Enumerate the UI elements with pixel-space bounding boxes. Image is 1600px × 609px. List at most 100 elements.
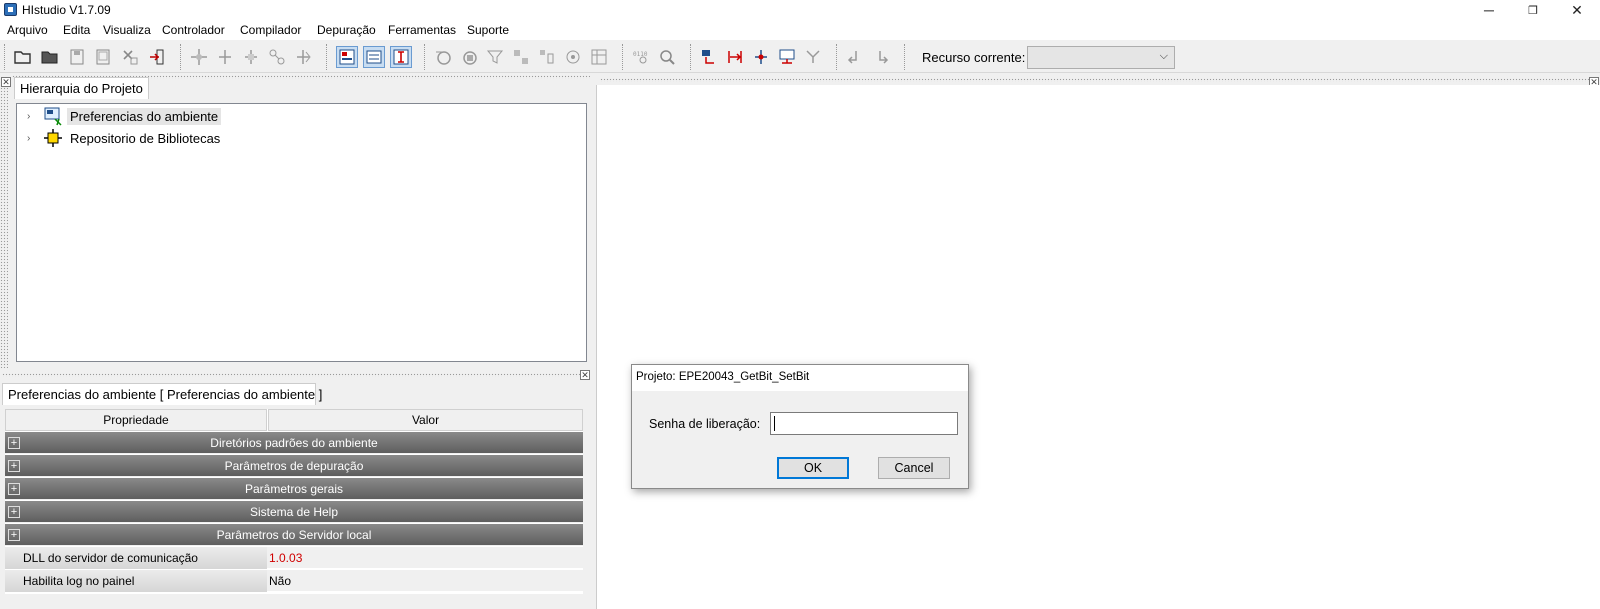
category-depuracao[interactable]: + Parâmetros de depuração [5, 455, 583, 477]
search-icon[interactable] [656, 46, 678, 68]
panel-splitter[interactable] [0, 78, 8, 368]
cancel-button[interactable]: Cancel [878, 457, 950, 479]
compile-icon[interactable] [698, 46, 720, 68]
view-properties-icon[interactable] [363, 46, 385, 68]
close-icon[interactable]: ✕ [1554, 0, 1600, 20]
menu-visualiza[interactable]: Visualiza [103, 23, 151, 37]
category-label: Parâmetros do Servidor local [216, 528, 372, 542]
close-project-icon[interactable] [119, 46, 141, 68]
category-label: Diretórios padrões do ambiente [210, 436, 378, 450]
ok-button[interactable]: OK [777, 457, 849, 479]
toolbar-separator [622, 44, 625, 70]
category-label: Parâmetros de depuração [224, 459, 364, 473]
close-panel-icon[interactable]: ✕ [1, 77, 11, 87]
save-icon[interactable] [66, 46, 88, 68]
toolbar: 0110 [0, 40, 1600, 73]
move-down-icon[interactable] [240, 46, 262, 68]
connect-icon[interactable] [750, 46, 772, 68]
tab-propriedades[interactable]: Preferencias do ambiente [ Preferencias … [2, 383, 322, 405]
password-label: Senha de liberação: [649, 417, 761, 431]
property-row-log[interactable]: Habilita log no painel Não [5, 570, 583, 592]
property-name: DLL do servidor de comunicação [5, 547, 267, 569]
network-icon[interactable] [266, 46, 288, 68]
menu-suporte[interactable]: Suporte [467, 23, 509, 37]
dialog-title: Projeto: EPE20043_GetBit_SetBit [632, 365, 968, 391]
svg-text:0110: 0110 [633, 51, 648, 58]
close-properties-icon[interactable]: ✕ [580, 370, 590, 380]
menu-arquivo[interactable]: Arquivo [7, 23, 48, 37]
arrow-right-icon[interactable] [870, 46, 892, 68]
expand-plus-icon[interactable]: + [8, 506, 20, 518]
move-right-icon[interactable] [292, 46, 314, 68]
download-icon[interactable] [724, 46, 746, 68]
property-row-dll[interactable]: DLL do servidor de comunicação 1.0.03 [5, 547, 583, 569]
tree-item-preferencias[interactable]: › Preferencias do ambiente [17, 106, 586, 126]
window-title: HIstudio V1.7.09 [22, 3, 111, 17]
tree-label: Preferencias do ambiente [67, 107, 222, 125]
expand-plus-icon[interactable]: + [8, 529, 20, 541]
view-editor-icon[interactable] [390, 46, 412, 68]
menu-ferramentas[interactable]: Ferramentas [388, 23, 456, 37]
toolbar-separator [326, 44, 329, 70]
open-project-icon[interactable] [39, 46, 61, 68]
toolbar-separator [180, 44, 183, 70]
menu-bar: Arquivo Edita Visualiza Controlador Comp… [0, 20, 1600, 40]
column-propriedade[interactable]: Propriedade [5, 409, 267, 431]
tab-hierarquia[interactable]: Hierarquia do Projeto [14, 77, 149, 99]
disconnect-icon[interactable] [802, 46, 824, 68]
toolbar-grip[interactable] [4, 44, 7, 70]
category-gerais[interactable]: + Parâmetros gerais [5, 478, 583, 500]
tree-label: Repositorio de Bibliotecas [70, 130, 221, 146]
stop-icon[interactable] [458, 46, 480, 68]
password-dialog: Projeto: EPE20043_GetBit_SetBit Senha de… [631, 364, 969, 489]
chevron-down-icon: ⌵ [1159, 50, 1168, 62]
menu-controlador[interactable]: Controlador [162, 23, 225, 37]
binary-search-icon[interactable]: 0110 [630, 46, 652, 68]
blocks-icon[interactable] [536, 46, 558, 68]
category-servidor-local[interactable]: + Parâmetros do Servidor local [5, 524, 583, 546]
property-value[interactable]: 1.0.03 [269, 547, 302, 569]
property-grid: Propriedade Valor + Diretórios padrões d… [5, 409, 583, 594]
app-icon [4, 3, 17, 16]
toolbar-separator [424, 44, 427, 70]
menu-compilador[interactable]: Compilador [240, 23, 301, 37]
expand-plus-icon[interactable]: + [8, 437, 20, 449]
toolbar-separator [836, 44, 839, 70]
expand-chevron-icon[interactable]: › [27, 133, 30, 144]
expand-plus-icon[interactable]: + [8, 460, 20, 472]
arrow-left-icon[interactable] [844, 46, 866, 68]
save-all-icon[interactable] [92, 46, 114, 68]
category-label: Parâmetros gerais [244, 482, 344, 496]
move-up-icon[interactable] [214, 46, 236, 68]
open-folder-icon[interactable] [12, 46, 34, 68]
run-icon[interactable] [432, 46, 454, 68]
menu-depuracao[interactable]: Depuração [317, 23, 376, 37]
editor-grip[interactable] [600, 78, 1590, 82]
toolbar-separator [904, 44, 907, 70]
grid-icon[interactable] [510, 46, 532, 68]
toolbar-separator [690, 44, 693, 70]
expand-plus-icon[interactable]: + [8, 483, 20, 495]
target-icon[interactable] [562, 46, 584, 68]
view-hierarchy-icon[interactable] [336, 46, 358, 68]
menu-edita[interactable]: Edita [63, 23, 90, 37]
property-value[interactable]: Não [269, 570, 291, 592]
recurso-corrente-select[interactable]: ⌵ [1027, 46, 1175, 69]
exit-icon[interactable] [146, 46, 168, 68]
filter-icon[interactable] [484, 46, 506, 68]
editor-area[interactable] [596, 85, 1600, 609]
minimize-icon[interactable]: ─ [1466, 0, 1512, 20]
expand-chevron-icon[interactable]: › [27, 111, 30, 122]
text-caret [774, 416, 775, 431]
properties-grip[interactable] [2, 373, 586, 377]
password-input[interactable] [770, 412, 958, 435]
tree-item-repositorio[interactable]: › Repositorio de Bibliotecas [17, 128, 586, 148]
monitor-icon[interactable] [776, 46, 798, 68]
category-diretorios[interactable]: + Diretórios padrões do ambiente [5, 432, 583, 454]
preferences-icon [44, 107, 62, 126]
column-valor[interactable]: Valor [268, 409, 583, 431]
move-icon[interactable] [188, 46, 210, 68]
table-icon[interactable] [588, 46, 610, 68]
category-help[interactable]: + Sistema de Help [5, 501, 583, 523]
restore-icon[interactable]: ❐ [1510, 0, 1556, 20]
